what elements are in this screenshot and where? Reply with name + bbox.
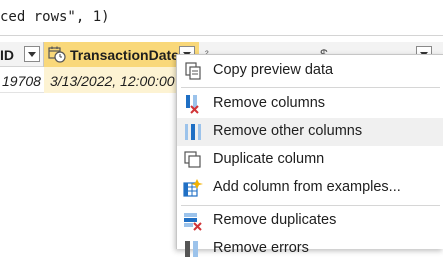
menu-item-label: Remove columns xyxy=(213,95,326,111)
menu-item-remove-columns[interactable]: Remove columns xyxy=(177,90,443,118)
remove-other-columns-icon xyxy=(185,124,201,140)
column-header-transactiondate-label: TransactionDate xyxy=(70,47,179,63)
menu-separator xyxy=(181,205,440,206)
menu-item-label: Remove errors xyxy=(213,240,309,256)
add-column-from-examples-icon xyxy=(183,179,203,197)
remove-duplicates-icon xyxy=(184,213,202,231)
menu-item-duplicate-column[interactable]: Duplicate column xyxy=(177,146,443,174)
menu-item-remove-other-columns[interactable]: Remove other columns xyxy=(177,118,443,146)
duplicate-column-icon xyxy=(184,151,201,168)
menu-item-label: Remove duplicates xyxy=(213,212,337,228)
formula-bar[interactable]: ced rows", 1) xyxy=(0,0,443,36)
datetime-type-icon[interactable] xyxy=(48,45,66,63)
menu-item-remove-duplicates[interactable]: Remove duplicates xyxy=(177,207,443,235)
id-filter-dropdown-icon[interactable] xyxy=(24,46,40,62)
menu-item-copy-preview-data[interactable]: Copy preview data xyxy=(177,57,443,85)
remove-errors-icon xyxy=(185,241,198,257)
formula-text[interactable]: ced rows", 1) xyxy=(0,9,110,25)
copy-icon xyxy=(185,62,201,80)
cell-transactiondate[interactable]: 3/13/2022, 12:00:00 xyxy=(50,73,175,89)
remove-columns-icon xyxy=(186,95,199,114)
column-context-menu: Copy preview data Remove columns Remove … xyxy=(176,54,443,257)
menu-item-label: Duplicate column xyxy=(213,151,325,167)
column-header-id[interactable]: ID xyxy=(0,42,44,67)
menu-item-add-column-from-examples[interactable]: Add column from examples... xyxy=(177,174,443,202)
menu-item-label: Add column from examples... xyxy=(213,179,401,195)
column-header-id-label: ID xyxy=(0,47,14,63)
menu-item-label: Remove other columns xyxy=(213,123,363,139)
menu-item-label: Copy preview data xyxy=(213,62,334,78)
menu-separator xyxy=(181,87,440,88)
menu-item-remove-errors[interactable]: Remove errors xyxy=(177,235,443,263)
cell-id[interactable]: 19708 xyxy=(2,73,41,89)
